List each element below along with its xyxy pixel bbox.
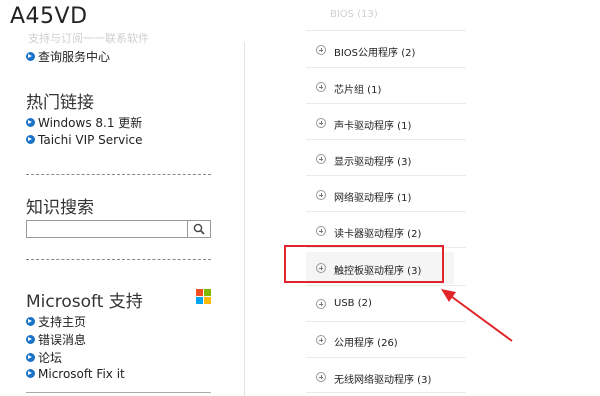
annotation-arrow-icon [441,289,513,342]
